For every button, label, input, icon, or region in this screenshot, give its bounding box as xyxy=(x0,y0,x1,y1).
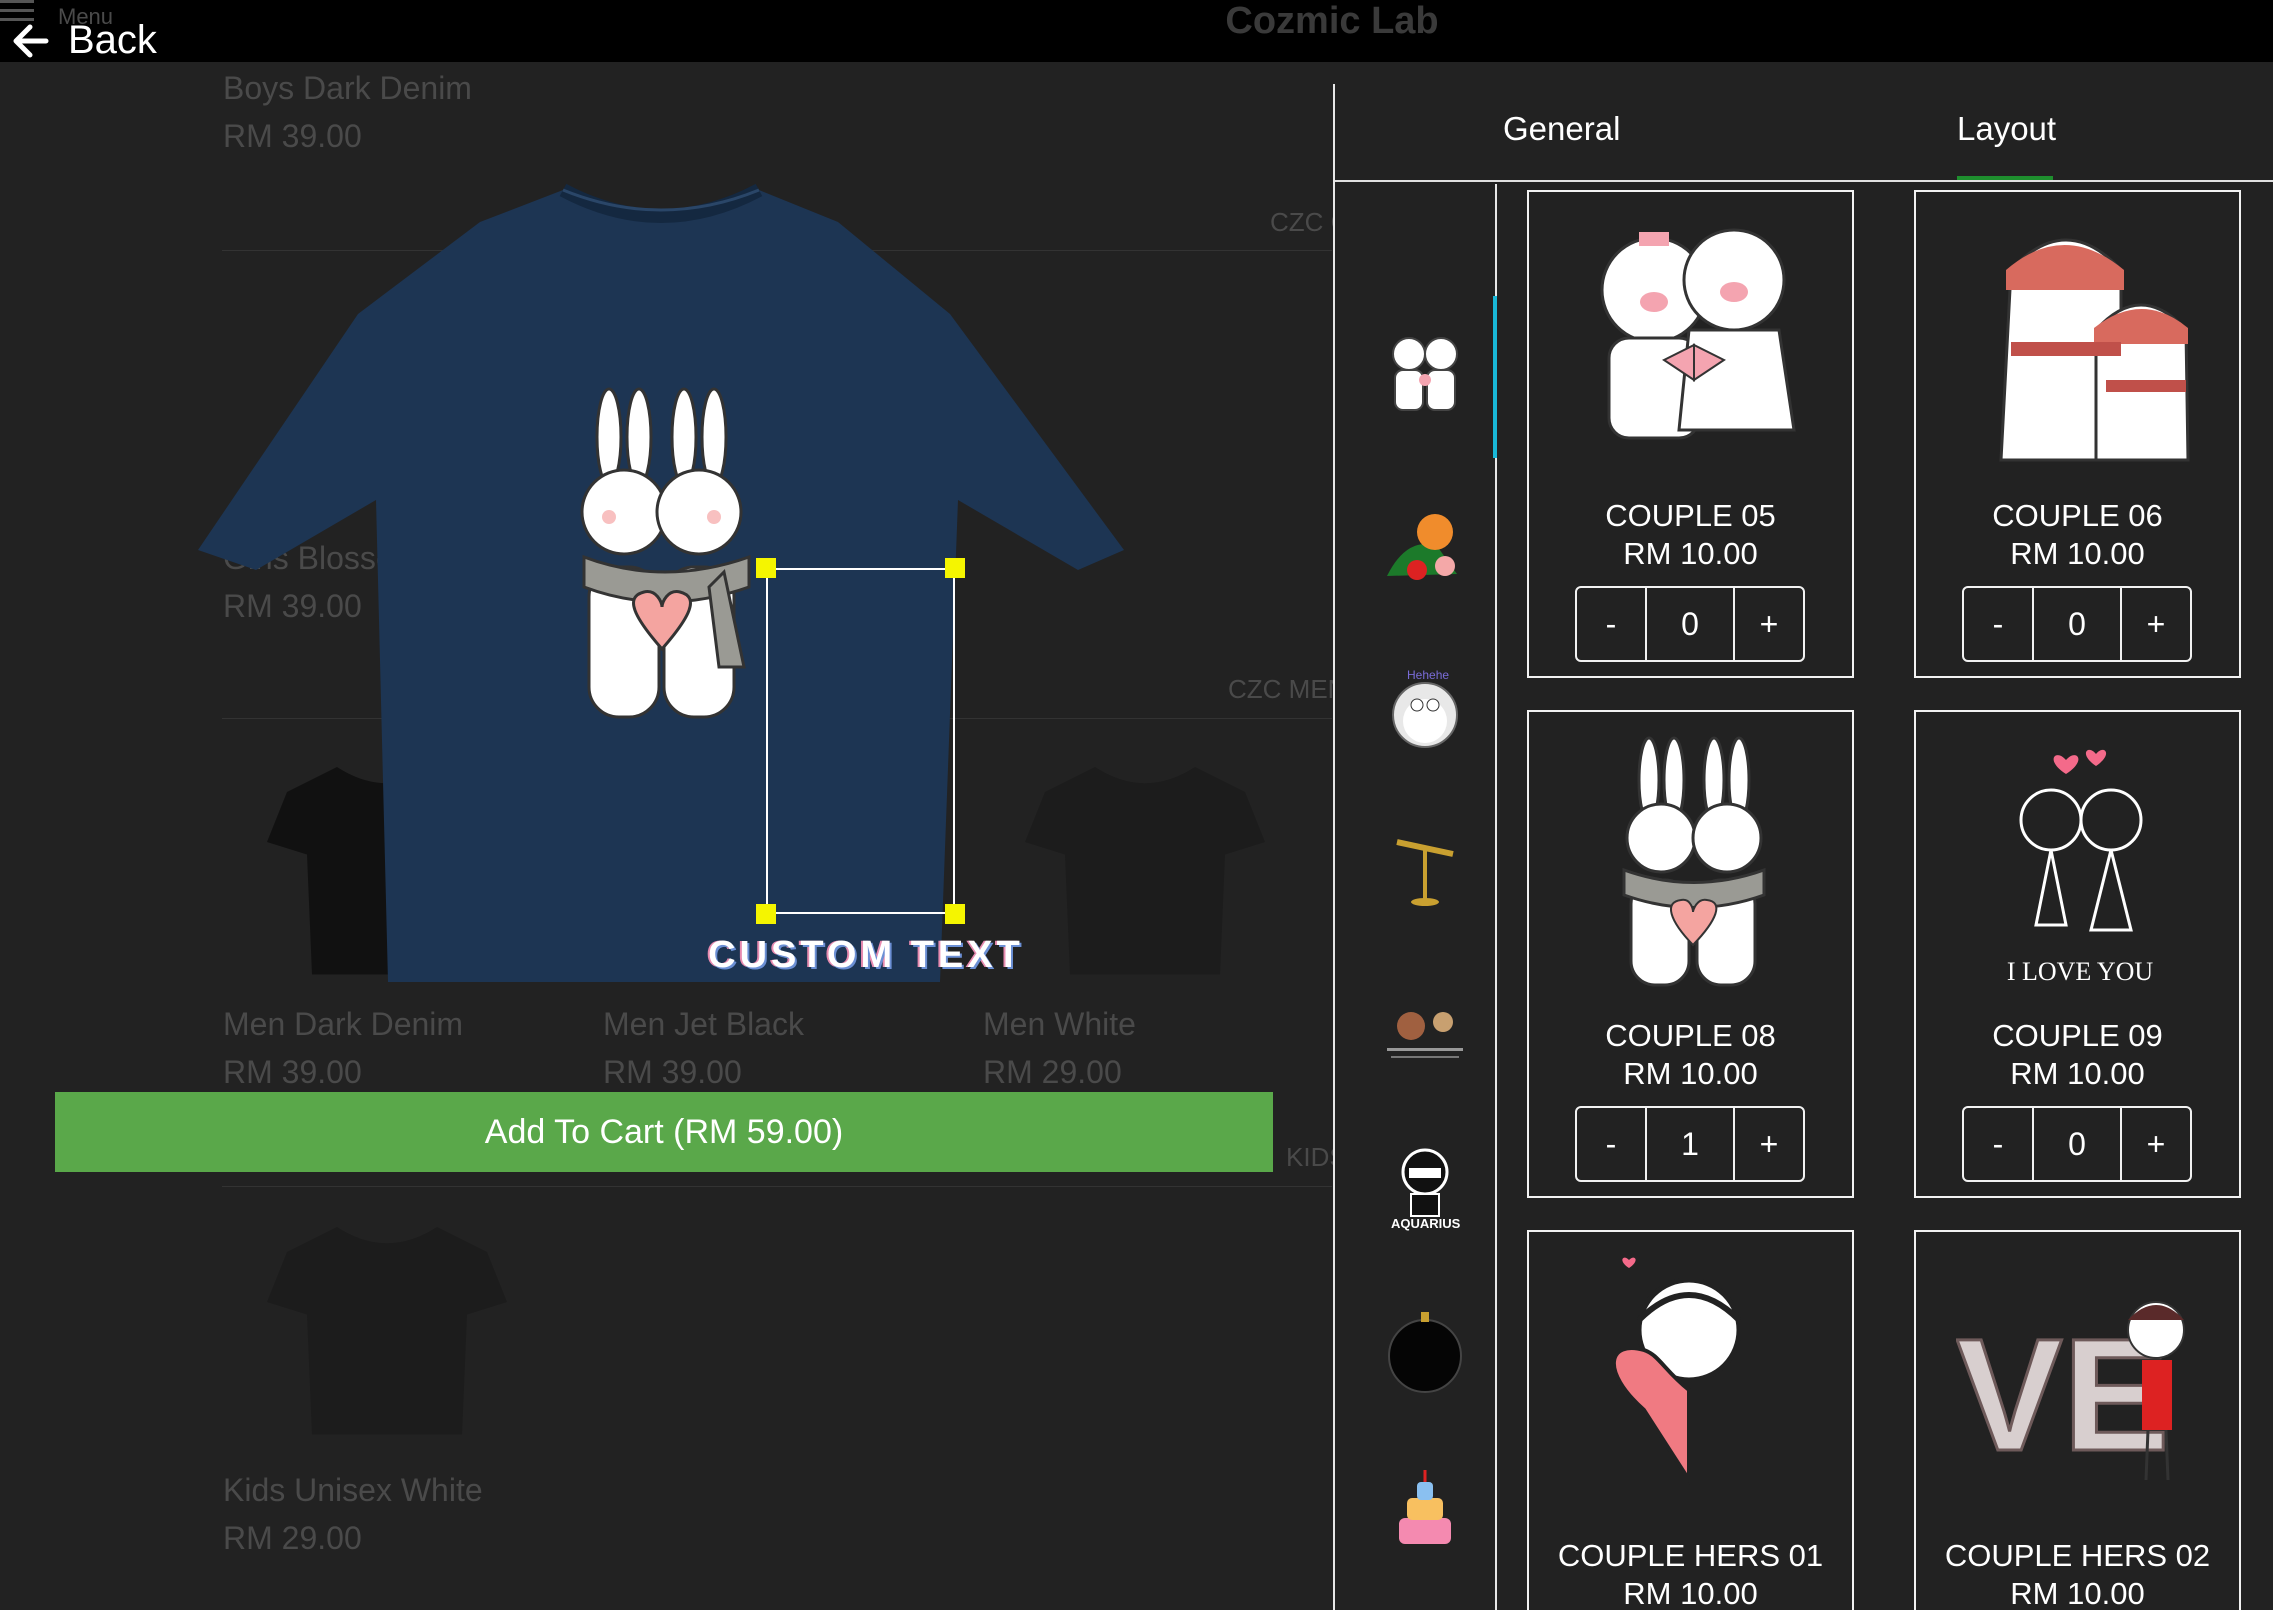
doraemon-icon[interactable]: Hehehe xyxy=(1377,659,1473,755)
shirt-preview: CUSTOM TEXT xyxy=(198,182,1124,992)
bunny-couple-design xyxy=(1622,736,1766,987)
design-price: RM 10.00 xyxy=(1623,1576,1758,1610)
design-price: RM 10.00 xyxy=(2010,536,2145,571)
design-card[interactable]: COUPLE 06 RM 10.00 - 0 + xyxy=(1914,190,2241,678)
product-name[interactable]: Men Dark Denim xyxy=(223,1006,463,1043)
couple-pigs-design xyxy=(1600,228,1796,440)
decrement-button[interactable]: - xyxy=(1964,1108,2032,1180)
product-price: RM 39.00 xyxy=(223,1054,362,1090)
decrement-button[interactable]: - xyxy=(1577,1108,1645,1180)
quantity-value[interactable]: 0 xyxy=(1645,588,1735,660)
increment-button[interactable]: + xyxy=(1735,588,1803,660)
design-card[interactable]: COUPLE HERS 01 RM 10.00 xyxy=(1527,1230,1854,1610)
design-price: RM 10.00 xyxy=(1623,536,1758,571)
scroll-indicator[interactable] xyxy=(1493,296,1497,458)
svg-text:Hehehe: Hehehe xyxy=(1407,668,1449,682)
design-name: COUPLE 09 xyxy=(1992,1018,2163,1053)
quantity-value[interactable]: 1 xyxy=(1645,1108,1735,1180)
tab-layout[interactable]: Layout xyxy=(1957,110,2056,148)
resize-handle[interactable] xyxy=(945,904,965,924)
design-name: COUPLE HERS 02 xyxy=(1944,1538,2211,1573)
decrement-button[interactable]: - xyxy=(1964,588,2032,660)
bunny-couple-design[interactable] xyxy=(574,387,759,727)
kissing-couple-design: I LOVE YOU xyxy=(2007,749,2154,986)
quantity-value[interactable]: 0 xyxy=(2032,1108,2122,1180)
product-price: RM 29.00 xyxy=(223,1520,362,1556)
back-arrow-icon xyxy=(13,24,49,57)
back-label: Back xyxy=(68,18,157,62)
quantity-value[interactable]: 0 xyxy=(2032,588,2122,660)
app-title: Cozmic Lab xyxy=(1225,0,1439,42)
quantity-stepper: - 0 + xyxy=(1962,586,2192,662)
product-name[interactable]: Men White xyxy=(983,1006,1136,1043)
product-price: RM 39.00 xyxy=(603,1054,742,1090)
black-ornament-icon[interactable] xyxy=(1377,1302,1473,1398)
quantity-stepper: - 1 + xyxy=(1575,1106,1805,1182)
custom-text-layer[interactable]: CUSTOM TEXT xyxy=(666,934,1066,977)
product-price: RM 39.00 xyxy=(223,118,362,154)
infographic-icon[interactable] xyxy=(1377,984,1473,1080)
design-name: COUPLE 05 xyxy=(1605,498,1776,533)
design-card[interactable]: COUPLE 08 RM 10.00 - 1 + xyxy=(1527,710,1854,1198)
love-girl-design: VE xyxy=(1956,1301,2185,1486)
polar-bears-design xyxy=(1999,238,2190,462)
increment-button[interactable]: + xyxy=(2122,1108,2190,1180)
resize-handle[interactable] xyxy=(756,558,776,578)
back-button[interactable]: Back xyxy=(10,18,157,63)
decrement-button[interactable]: - xyxy=(1577,588,1645,660)
gold-stand-icon[interactable] xyxy=(1377,820,1473,916)
quantity-stepper: - 0 + xyxy=(1962,1106,2192,1182)
girl-heart-design xyxy=(1612,1257,1742,1506)
increment-button[interactable]: + xyxy=(1735,1108,1803,1180)
category-column: Hehehe AQUARIUS xyxy=(1335,184,1497,1610)
product-name[interactable]: Men Jet Black xyxy=(603,1006,804,1043)
design-name: COUPLE 06 xyxy=(1992,498,2163,533)
design-name: COUPLE 08 xyxy=(1605,1018,1776,1053)
tab-general[interactable]: General xyxy=(1503,110,1620,148)
resize-handle[interactable] xyxy=(756,904,776,924)
design-card[interactable]: COUPLE 05 RM 10.00 - 0 + xyxy=(1527,190,1854,678)
couple-pigs-icon[interactable] xyxy=(1377,322,1473,418)
selection-box[interactable] xyxy=(766,568,955,914)
aquarius-ninja-icon[interactable]: AQUARIUS xyxy=(1377,1136,1473,1232)
product-name[interactable]: Kids Unisex White xyxy=(223,1472,483,1509)
active-tab-indicator xyxy=(1957,176,2053,180)
product-shirt-image[interactable] xyxy=(262,1212,512,1442)
quantity-stepper: - 0 + xyxy=(1575,586,1805,662)
top-bar: Menu Cozmic Lab Back xyxy=(0,0,2273,62)
design-price: RM 10.00 xyxy=(2010,1056,2145,1091)
design-panel: General Layout Hehehe AQUARIUS COUPLE 05… xyxy=(1333,84,2273,1610)
design-art-text: I LOVE YOU xyxy=(2007,957,2154,986)
lion-dance-icon[interactable] xyxy=(1377,496,1473,592)
divider xyxy=(222,1186,1332,1187)
product-name[interactable]: Boys Dark Denim xyxy=(223,70,472,107)
product-price: RM 29.00 xyxy=(983,1054,1122,1090)
resize-handle[interactable] xyxy=(945,558,965,578)
design-card[interactable]: I LOVE YOU COUPLE 09 RM 10.00 - 0 + xyxy=(1914,710,2241,1198)
design-name: COUPLE HERS 01 xyxy=(1557,1538,1824,1573)
tab-bar: General Layout xyxy=(1335,84,2273,182)
add-to-cart-button[interactable]: Add To Cart (RM 59.00) xyxy=(55,1092,1273,1172)
design-price: RM 10.00 xyxy=(2010,1576,2145,1610)
increment-button[interactable]: + xyxy=(2122,588,2190,660)
design-card[interactable]: VE COUPLE HERS 02 RM 10.00 xyxy=(1914,1230,2241,1610)
birthday-cake-icon[interactable] xyxy=(1377,1462,1473,1558)
design-price: RM 10.00 xyxy=(1623,1056,1758,1091)
svg-text:AQUARIUS: AQUARIUS xyxy=(1391,1216,1461,1231)
